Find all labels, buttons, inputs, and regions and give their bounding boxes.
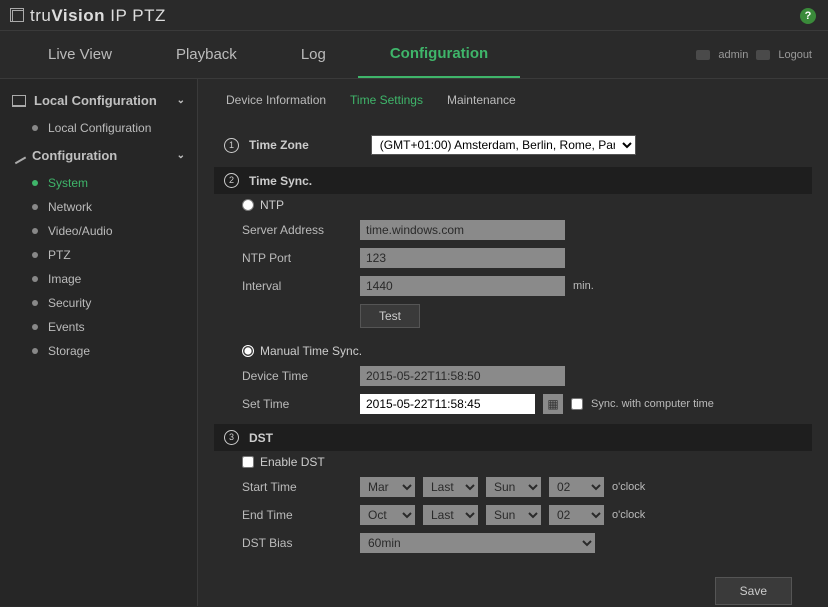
top-nav: Live View Playback Log Configuration adm… — [0, 31, 828, 79]
brand-text: truVision IP PTZ — [30, 6, 166, 26]
ntp-port-input[interactable] — [360, 248, 565, 268]
wrench-icon — [10, 147, 26, 163]
end-hour-select[interactable]: 02 — [549, 505, 604, 525]
enable-dst-checkbox[interactable] — [242, 456, 254, 468]
nav-configuration[interactable]: Configuration — [358, 31, 520, 78]
calendar-icon[interactable]: ▦ — [543, 394, 563, 414]
end-month-select[interactable]: Oct — [360, 505, 415, 525]
sidebar-item-storage[interactable]: Storage — [0, 339, 197, 363]
sidebar-item-events[interactable]: Events — [0, 315, 197, 339]
sidebar-item-image[interactable]: Image — [0, 267, 197, 291]
interval-input[interactable] — [360, 276, 565, 296]
dst-bias-select[interactable]: 60min — [360, 533, 595, 553]
sub-tabs: Device Information Time Settings Mainten… — [198, 79, 828, 113]
start-hour-select[interactable]: 02 — [549, 477, 604, 497]
dst-bias-label: DST Bias — [242, 536, 352, 550]
sidebar-item-security[interactable]: Security — [0, 291, 197, 315]
help-icon[interactable]: ? — [800, 8, 816, 24]
device-time-label: Device Time — [242, 369, 352, 383]
interval-label: Interval — [242, 279, 352, 293]
user-name: admin — [718, 49, 748, 61]
start-month-select[interactable]: Mar — [360, 477, 415, 497]
brand-icon — [12, 10, 24, 22]
manual-sync-radio-row[interactable]: Manual Time Sync. — [214, 340, 812, 362]
nav-live-view[interactable]: Live View — [16, 32, 144, 77]
start-week-select[interactable]: Last — [423, 477, 478, 497]
nav-log[interactable]: Log — [269, 32, 358, 77]
sidebar-item-video-audio[interactable]: Video/Audio — [0, 219, 197, 243]
step-3-badge: 3 — [224, 430, 239, 445]
tab-maintenance[interactable]: Maintenance — [435, 87, 528, 113]
main-panel: Device Information Time Settings Mainten… — [198, 79, 828, 606]
section-time-sync: 2 Time Sync. — [214, 167, 812, 194]
ntp-port-label: NTP Port — [242, 251, 352, 265]
interval-unit: min. — [573, 280, 594, 292]
sync-pc-label: Sync. with computer time — [591, 398, 714, 410]
sidebar: Local Configuration ⌄ Local Configuratio… — [0, 79, 198, 606]
end-week-select[interactable]: Last — [423, 505, 478, 525]
sidebar-group-label: Local Configuration — [34, 93, 157, 108]
tab-time-settings[interactable]: Time Settings — [338, 87, 435, 113]
save-button[interactable]: Save — [715, 577, 792, 605]
sidebar-item-local-config[interactable]: Local Configuration — [0, 116, 197, 140]
section-time-zone: 1 Time Zone (GMT+01:00) Amsterdam, Berli… — [214, 129, 812, 161]
end-oclock: o'clock — [612, 509, 645, 521]
time-sync-label: Time Sync. — [249, 174, 312, 188]
time-zone-label: Time Zone — [249, 138, 309, 152]
monitor-icon — [12, 95, 26, 107]
sidebar-group-local[interactable]: Local Configuration ⌄ — [0, 85, 197, 116]
tab-device-info[interactable]: Device Information — [214, 87, 338, 113]
enable-dst-label: Enable DST — [260, 455, 325, 469]
chevron-down-icon: ⌄ — [177, 95, 185, 106]
logout-link[interactable]: Logout — [778, 49, 812, 61]
sync-pc-checkbox[interactable] — [571, 398, 583, 410]
test-button[interactable]: Test — [360, 304, 420, 328]
ntp-radio[interactable] — [242, 199, 254, 211]
device-time-field — [360, 366, 565, 386]
start-day-select[interactable]: Sun — [486, 477, 541, 497]
dst-label: DST — [249, 431, 273, 445]
start-oclock: o'clock — [612, 481, 645, 493]
ntp-label: NTP — [260, 198, 284, 212]
user-icon — [696, 50, 710, 60]
nav-playback[interactable]: Playback — [144, 32, 269, 77]
set-time-label: Set Time — [242, 397, 352, 411]
set-time-input[interactable] — [360, 394, 535, 414]
brand-logo: truVision IP PTZ — [12, 6, 166, 26]
time-zone-select[interactable]: (GMT+01:00) Amsterdam, Berlin, Rome, Par… — [371, 135, 636, 155]
chevron-down-icon: ⌄ — [177, 150, 185, 161]
manual-sync-label: Manual Time Sync. — [260, 344, 362, 358]
header: truVision IP PTZ ? — [0, 0, 828, 31]
server-address-label: Server Address — [242, 223, 352, 237]
sidebar-item-system[interactable]: System — [0, 171, 197, 195]
sidebar-item-network[interactable]: Network — [0, 195, 197, 219]
end-time-label: End Time — [242, 508, 352, 522]
start-time-label: Start Time — [242, 480, 352, 494]
end-day-select[interactable]: Sun — [486, 505, 541, 525]
enable-dst-row[interactable]: Enable DST — [214, 451, 812, 473]
sidebar-group-config[interactable]: Configuration ⌄ — [0, 140, 197, 171]
step-1-badge: 1 — [224, 138, 239, 153]
step-2-badge: 2 — [224, 173, 239, 188]
section-dst: 3 DST — [214, 424, 812, 451]
server-address-input[interactable] — [360, 220, 565, 240]
user-area: admin Logout — [696, 49, 812, 61]
ntp-radio-row[interactable]: NTP — [214, 194, 812, 216]
manual-sync-radio[interactable] — [242, 345, 254, 357]
sidebar-item-ptz[interactable]: PTZ — [0, 243, 197, 267]
logout-icon — [756, 50, 770, 60]
sidebar-group-label: Configuration — [32, 148, 117, 163]
